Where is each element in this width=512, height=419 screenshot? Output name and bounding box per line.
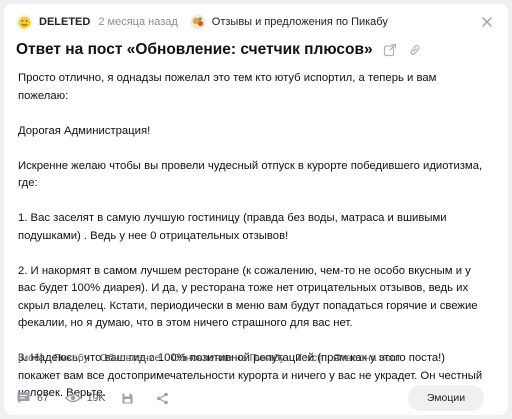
author-avatar[interactable]: [16, 14, 32, 30]
post-footer: 67 19K Эмоции: [16, 385, 496, 411]
tag-item[interactable]: Ответ на пост: [333, 352, 401, 364]
post-paragraph: Дорогая Администрация!: [18, 124, 151, 137]
smiley-icon: [18, 16, 30, 28]
open-link-button[interactable]: [383, 43, 398, 58]
tag-item[interactable]: Пикабу: [54, 352, 89, 364]
post-title[interactable]: Ответ на пост «Обновление: счетчик плюсо…: [16, 41, 373, 59]
tag-item[interactable]: Текст: [296, 352, 322, 364]
comments-button[interactable]: 67: [16, 391, 49, 405]
post-paragraph: 1. Вас заселят в самую лучшую гостиницу …: [18, 212, 447, 242]
chain-link-icon: [410, 45, 420, 55]
share-button[interactable]: [156, 392, 175, 405]
views-count: 19K: [86, 392, 106, 404]
tag-list: [моё] Пикабу Обновление Обновление на Пи…: [18, 350, 496, 366]
tag-item[interactable]: Обновление на Пикабу: [171, 352, 284, 364]
save-button[interactable]: [121, 392, 140, 405]
community-icon[interactable]: [190, 14, 206, 30]
post-paragraph: Искренне желаю чтобы вы провели чудесный…: [18, 159, 483, 190]
post-card: DELETED 2 месяца назад Отзывы и предложе…: [4, 4, 508, 415]
share-icon: [157, 392, 169, 404]
post-paragraph: 2. И накормят в самом лучшем ресторане (…: [18, 264, 478, 330]
author-name[interactable]: DELETED: [39, 16, 90, 28]
comment-icon: [17, 392, 30, 404]
copy-link-button[interactable]: [408, 43, 423, 58]
save-icon: [122, 393, 133, 403]
share-link-icon: [383, 43, 396, 57]
views-indicator: 19K: [64, 392, 106, 404]
tag-item[interactable]: Обновление: [100, 352, 161, 364]
post-title-row: Ответ на пост «Обновление: счетчик плюсо…: [16, 39, 496, 61]
tag-item[interactable]: [моё]: [18, 352, 43, 364]
close-button[interactable]: [478, 13, 496, 31]
comments-count: 67: [37, 392, 49, 404]
community-name[interactable]: Отзывы и предложения по Пикабу: [212, 16, 388, 28]
emotions-button[interactable]: Эмоции: [408, 385, 484, 411]
eye-icon: [64, 393, 81, 403]
close-icon: [482, 17, 492, 27]
post-paragraph: Просто отлично, я однадзы пожелал это те…: [18, 72, 437, 102]
post-header: DELETED 2 месяца назад Отзывы и предложе…: [16, 12, 496, 32]
post-time: 2 месяца назад: [98, 16, 178, 28]
